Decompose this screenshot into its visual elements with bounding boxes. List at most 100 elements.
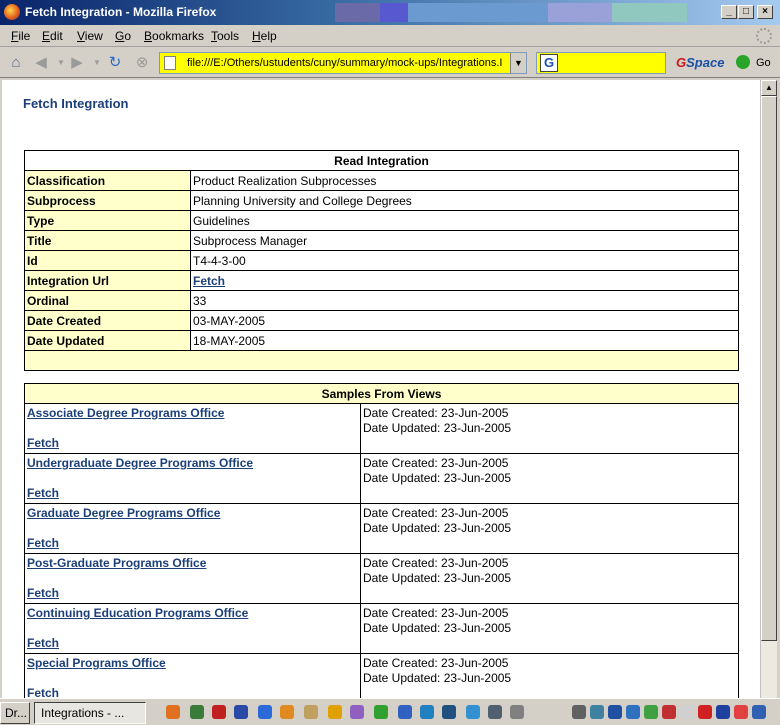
go-button-label[interactable]: Go xyxy=(756,57,771,69)
titlebar-decoration xyxy=(612,3,687,22)
table-row: Title Subprocess Manager xyxy=(24,230,739,251)
field-label: Id xyxy=(24,250,191,271)
sample-name-link[interactable]: Graduate Degree Programs Office xyxy=(27,506,358,536)
menu-bar: File Edit View Go Bookmarks Tools Help xyxy=(0,25,780,47)
app-icon[interactable] xyxy=(350,705,364,719)
ie-icon[interactable] xyxy=(258,705,272,719)
taskbar-item[interactable]: Dr... xyxy=(0,702,30,724)
sample-fetch-link[interactable]: Fetch xyxy=(27,436,59,450)
sample-fetch-link[interactable]: Fetch xyxy=(27,486,59,500)
tray-icon[interactable] xyxy=(626,705,640,719)
gspace-button[interactable]: GSpace xyxy=(676,55,724,70)
tray-icon[interactable] xyxy=(662,705,676,719)
app-icon[interactable] xyxy=(304,705,318,719)
vertical-scrollbar[interactable]: ▲ xyxy=(760,80,777,698)
forward-icon[interactable]: ▶ xyxy=(68,54,86,72)
field-label: Subprocess xyxy=(24,190,191,211)
sample-fetch-link[interactable]: Fetch xyxy=(27,536,59,550)
app-icon[interactable] xyxy=(234,705,248,719)
tray-icon[interactable] xyxy=(644,705,658,719)
taskbar-item-active[interactable]: Integrations - ... xyxy=(34,702,146,724)
throbber-icon xyxy=(756,28,772,44)
date-created: Date Created: 23-Jun-2005 xyxy=(363,556,509,570)
tray-icon[interactable] xyxy=(698,705,712,719)
menu-go[interactable]: Go xyxy=(115,29,131,43)
reload-icon[interactable]: ↻ xyxy=(106,54,124,72)
field-value: 33 xyxy=(190,290,739,311)
tray-icon[interactable] xyxy=(716,705,730,719)
app-icon[interactable] xyxy=(420,705,434,719)
menu-edit[interactable]: Edit xyxy=(42,29,63,43)
url-bar[interactable]: file:///E:/Others/ustudents/cuny/summary… xyxy=(159,52,527,74)
sample-name-link[interactable]: Special Programs Office xyxy=(27,656,358,686)
table-row: Date Created 03-MAY-2005 xyxy=(24,310,739,331)
tray-icon[interactable] xyxy=(734,705,748,719)
sample-link-cell: Special Programs Office Fetch xyxy=(24,653,361,698)
sample-fetch-link[interactable]: Fetch xyxy=(27,586,59,600)
page-icon xyxy=(164,56,176,70)
home-icon[interactable]: ⌂ xyxy=(7,54,25,72)
date-created: Date Created: 23-Jun-2005 xyxy=(363,456,509,470)
integration-url-fetch-link[interactable]: Fetch xyxy=(193,274,225,288)
scroll-up-arrow-icon[interactable]: ▲ xyxy=(761,80,777,96)
field-label: Date Created xyxy=(24,310,191,331)
date-updated: Date Updated: 23-Jun-2005 xyxy=(363,471,512,485)
tray-icon[interactable] xyxy=(572,705,586,719)
tray-icon[interactable] xyxy=(680,705,694,719)
table-row: Subprocess Planning University and Colleg… xyxy=(24,190,739,211)
date-updated: Date Updated: 23-Jun-2005 xyxy=(363,671,512,685)
sample-fetch-link[interactable]: Fetch xyxy=(27,686,59,698)
app-icon[interactable] xyxy=(442,705,456,719)
go-icon[interactable] xyxy=(736,55,750,69)
table-row: Type Guidelines xyxy=(24,210,739,231)
menu-bookmarks[interactable]: Bookmarks xyxy=(144,29,204,43)
table-footer xyxy=(24,350,739,371)
sample-name-link[interactable]: Continuing Education Programs Office xyxy=(27,606,358,636)
sample-name-link[interactable]: Undergraduate Degree Programs Office xyxy=(27,456,358,486)
app-icon[interactable] xyxy=(398,705,412,719)
stop-icon[interactable]: ⊗ xyxy=(133,54,151,72)
search-engine-icon[interactable]: G xyxy=(540,54,558,72)
sample-name-link[interactable]: Associate Degree Programs Office xyxy=(27,406,358,436)
gspace-g: G xyxy=(676,55,687,70)
sample-link-cell: Post-Graduate Programs Office Fetch xyxy=(24,553,361,604)
titlebar-decoration xyxy=(335,3,380,22)
sample-fetch-link[interactable]: Fetch xyxy=(27,636,59,650)
tray-icon[interactable] xyxy=(590,705,604,719)
maximize-button[interactable]: □ xyxy=(738,5,754,19)
tray-icon[interactable] xyxy=(752,705,766,719)
close-button[interactable]: × xyxy=(757,5,773,19)
app-icon[interactable] xyxy=(280,705,294,719)
forward-dropdown-icon[interactable]: ▼ xyxy=(88,54,106,72)
scroll-thumb[interactable] xyxy=(761,96,777,641)
menu-file[interactable]: File xyxy=(11,29,30,43)
sample-dates-cell: Date Created: 23-Jun-2005 Date Updated: … xyxy=(360,553,739,604)
titlebar-decoration xyxy=(408,3,548,22)
back-icon[interactable]: ◀ xyxy=(32,54,50,72)
app-icon[interactable] xyxy=(190,705,204,719)
table-row: Continuing Education Programs Office Fet… xyxy=(24,603,739,654)
sample-dates-cell: Date Created: 23-Jun-2005 Date Updated: … xyxy=(360,453,739,504)
minimize-button[interactable]: _ xyxy=(721,5,737,19)
sample-name-link[interactable]: Post-Graduate Programs Office xyxy=(27,556,358,586)
music-icon[interactable] xyxy=(374,705,388,719)
app-icon[interactable] xyxy=(510,705,524,719)
app-icon[interactable] xyxy=(328,705,342,719)
field-label: Integration Url xyxy=(24,270,191,291)
page-title: Fetch Integration xyxy=(23,96,129,111)
menu-help[interactable]: Help xyxy=(252,29,277,43)
menu-view[interactable]: View xyxy=(77,29,103,43)
app-icon[interactable] xyxy=(212,705,226,719)
page-viewport: Fetch Integration Read Integration Class… xyxy=(2,80,760,698)
tray-icon[interactable] xyxy=(608,705,622,719)
menu-tools[interactable]: Tools xyxy=(211,29,239,43)
app-icon[interactable] xyxy=(466,705,480,719)
search-box[interactable]: G xyxy=(536,52,666,74)
url-text[interactable]: file:///E:/Others/ustudents/cuny/summary… xyxy=(187,57,507,69)
date-updated: Date Updated: 23-Jun-2005 xyxy=(363,521,512,535)
url-dropdown-button[interactable]: ▼ xyxy=(510,53,526,73)
field-value: Fetch xyxy=(190,270,739,291)
firefox-icon[interactable] xyxy=(166,705,180,719)
app-icon[interactable] xyxy=(488,705,502,719)
field-value: 03-MAY-2005 xyxy=(190,310,739,331)
